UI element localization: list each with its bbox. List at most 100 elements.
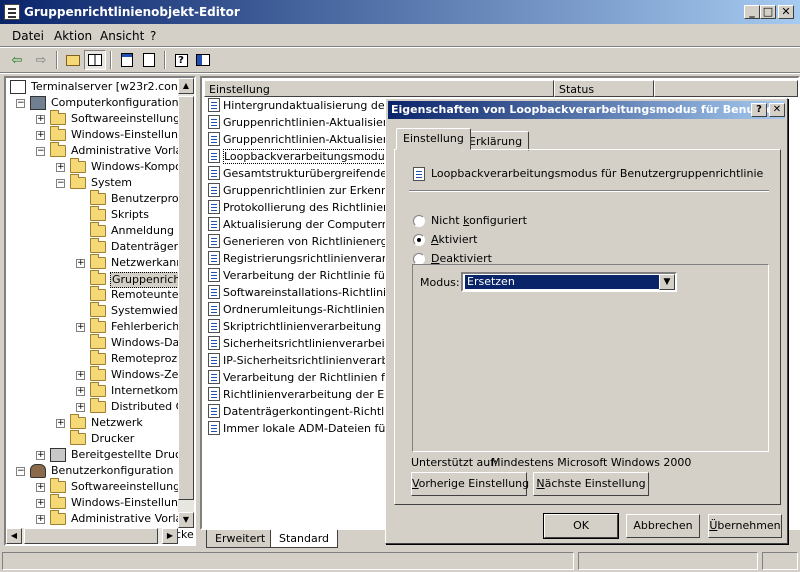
collapse-icon[interactable]: − bbox=[16, 467, 25, 476]
menu-help[interactable]: ? bbox=[150, 29, 156, 43]
tree-horizontal-scrollbar[interactable]: ◀ ▶ bbox=[6, 528, 178, 544]
tab-standard[interactable]: Standard bbox=[270, 530, 339, 548]
policy-setting-icon bbox=[208, 115, 220, 129]
expand-icon[interactable]: + bbox=[56, 419, 65, 428]
tree-item[interactable]: +Bereitgestellte Drucker bbox=[8, 448, 194, 464]
help-icon[interactable]: ? bbox=[170, 50, 192, 70]
toolbar-separator bbox=[164, 51, 166, 69]
expand-icon[interactable]: + bbox=[36, 451, 45, 460]
cancel-button[interactable]: Abbrechen bbox=[626, 514, 700, 538]
column-header-einstellung[interactable]: Einstellung bbox=[204, 80, 554, 97]
list-item[interactable]: Datenträgerkontingent-Richtlinien bbox=[208, 404, 411, 421]
list-item[interactable]: Loopbackverarbeitungsmodus für bbox=[208, 149, 411, 166]
radio-not-configured-label[interactable]: Nicht konfiguriert bbox=[431, 214, 527, 227]
folder-icon bbox=[90, 206, 106, 221]
menu-aktion[interactable]: Aktion bbox=[54, 29, 92, 43]
collapse-icon[interactable]: − bbox=[36, 147, 45, 156]
folder-icon bbox=[50, 110, 66, 125]
tree-vertical-scrollbar[interactable]: ▲ ▼ bbox=[178, 78, 194, 528]
tree-item[interactable]: + Windows-Einstellungen bbox=[8, 126, 194, 144]
collapse-icon[interactable]: − bbox=[56, 179, 65, 188]
dialog-help-button[interactable]: ? bbox=[751, 103, 767, 117]
list-item[interactable]: Registrierungsrichtlinienverarbeitu bbox=[208, 251, 414, 268]
tree-item[interactable]: − Administrative Vorlagen bbox=[8, 142, 194, 160]
tree-item[interactable]: + Distributed COM bbox=[8, 398, 194, 416]
expand-icon[interactable]: + bbox=[76, 403, 85, 412]
expand-icon[interactable]: + bbox=[36, 131, 45, 140]
radio-enabled[interactable] bbox=[413, 234, 425, 246]
properties-icon[interactable] bbox=[116, 50, 138, 70]
list-item[interactable]: Immer lokale ADM-Dateien für der bbox=[208, 421, 412, 438]
list-item[interactable]: Aktualisierung der Computerrichtli bbox=[208, 217, 413, 234]
tree-scroll-thumb[interactable] bbox=[178, 96, 194, 500]
expand-icon[interactable]: + bbox=[76, 323, 85, 332]
scroll-up-icon[interactable]: ▲ bbox=[178, 78, 194, 94]
tree-item[interactable]: − Benutzerkonfiguration bbox=[8, 464, 178, 480]
expand-icon[interactable]: + bbox=[36, 115, 45, 124]
menu-ansicht[interactable]: Ansicht bbox=[100, 29, 144, 43]
tree-item[interactable]: Drucker bbox=[8, 430, 178, 448]
scroll-left-icon[interactable]: ◀ bbox=[6, 528, 22, 544]
up-folder-icon[interactable] bbox=[62, 50, 84, 70]
show-hide-pane-icon[interactable] bbox=[192, 50, 214, 70]
list-item[interactable]: Verarbeitung der Richtlinien für Dr bbox=[208, 370, 413, 387]
collapse-icon[interactable]: − bbox=[16, 99, 25, 108]
tree-item[interactable]: + Windows-Einstellungen bbox=[8, 494, 194, 512]
tree-item[interactable]: − Computerkonfiguration bbox=[8, 96, 179, 112]
tab-erweitert[interactable]: Erweitert bbox=[206, 530, 275, 548]
menu-datei[interactable]: Datei bbox=[12, 29, 44, 43]
tree-item[interactable]: + Administrative Vorlagen bbox=[8, 510, 194, 528]
ok-button[interactable]: OK bbox=[543, 513, 619, 539]
maximize-button[interactable]: □ bbox=[760, 5, 776, 19]
previous-setting-button[interactable]: Vorherige Einstellung bbox=[411, 472, 529, 496]
expand-icon[interactable]: + bbox=[76, 387, 85, 396]
expand-icon[interactable]: + bbox=[76, 259, 85, 268]
tree-item[interactable]: + Netzwerk bbox=[8, 414, 178, 432]
tab-einstellung[interactable]: Einstellung bbox=[396, 128, 471, 150]
expand-icon[interactable]: + bbox=[36, 499, 45, 508]
expand-icon[interactable]: + bbox=[36, 483, 45, 492]
dialog-close-button[interactable]: ✕ bbox=[769, 103, 785, 117]
list-item[interactable]: Skriptrichtlinienverarbeitung bbox=[208, 319, 381, 336]
window-titlebar: Gruppenrichtlinienobjekt-Editor _ □ ✕ bbox=[0, 0, 800, 24]
list-item[interactable]: Hintergrundaktualisierung der Gru bbox=[208, 98, 413, 115]
next-setting-button[interactable]: Nächste Einstellung bbox=[533, 472, 649, 496]
show-tree-icon[interactable] bbox=[84, 50, 106, 70]
column-header-status[interactable]: Status bbox=[554, 80, 654, 97]
status-pane-grip bbox=[762, 552, 798, 570]
expand-icon[interactable]: + bbox=[36, 515, 45, 524]
chevron-down-icon[interactable]: ▼ bbox=[659, 274, 675, 290]
close-button[interactable]: ✕ bbox=[778, 5, 794, 19]
export-list-icon[interactable] bbox=[138, 50, 160, 70]
tree-hscroll-thumb[interactable] bbox=[24, 528, 158, 544]
tree-item[interactable]: + Softwareeinstellungen bbox=[8, 110, 194, 128]
forward-icon[interactable]: ⇨ bbox=[30, 50, 52, 70]
mode-select[interactable]: Ersetzen ▼ bbox=[461, 272, 677, 292]
tree-item[interactable]: Terminalserver [w23r2.contoso bbox=[8, 80, 194, 96]
list-item-label: Generieren von Richtlinienergebni bbox=[223, 235, 412, 248]
expand-icon[interactable]: + bbox=[56, 163, 65, 172]
tree-item[interactable]: +Windows-Komponenten bbox=[8, 158, 194, 176]
list-item[interactable]: Gruppenrichtlinien-Aktualisierungs bbox=[208, 132, 414, 149]
tree-item[interactable]: + Softwareeinstellungen bbox=[8, 478, 194, 496]
apply-button[interactable]: Übernehmen bbox=[708, 514, 782, 538]
list-item[interactable]: Gesamtstrukturübergreifende Ben bbox=[208, 166, 412, 183]
scroll-down-icon[interactable]: ▼ bbox=[178, 512, 194, 528]
list-item[interactable]: Ordnerumleitungs-Richtlinienverar bbox=[208, 302, 414, 319]
list-item[interactable]: Gruppenrichtlinien-Aktualisierungs bbox=[208, 115, 414, 132]
list-item[interactable]: IP-Sicherheitsrichtlinienverarbeitu bbox=[208, 353, 410, 370]
tab-erklaerung[interactable]: Erklärung bbox=[462, 131, 530, 151]
list-item[interactable]: Richtlinienverarbeitung der EFS-W bbox=[208, 387, 412, 404]
list-item[interactable]: Generieren von Richtlinienergebni bbox=[208, 234, 411, 251]
radio-enabled-label[interactable]: Aktiviert bbox=[431, 233, 477, 246]
back-icon[interactable]: ⇦ bbox=[6, 50, 28, 70]
expand-icon[interactable]: + bbox=[76, 371, 85, 380]
list-item[interactable]: Protokollierung des Richtlinienerge bbox=[208, 200, 415, 217]
list-item[interactable]: Verarbeitung der Richtlinie für die bbox=[208, 268, 410, 285]
toolbar-separator bbox=[110, 51, 112, 69]
scroll-right-icon[interactable]: ▶ bbox=[162, 528, 178, 544]
list-item[interactable]: Gruppenrichtlinien zur Erkennung bbox=[208, 183, 409, 200]
minimize-button[interactable]: _ bbox=[744, 5, 760, 19]
radio-not-configured[interactable] bbox=[413, 215, 425, 227]
list-item[interactable]: Sicherheitsrichtlinienverarbeitung bbox=[208, 336, 410, 353]
